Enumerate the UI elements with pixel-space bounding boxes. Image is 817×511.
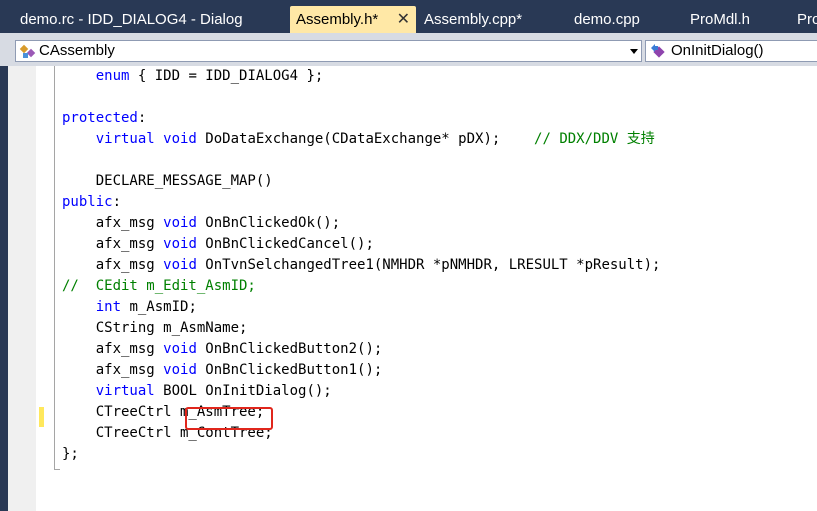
code-text: { IDD = IDD_DIALOG4 }; xyxy=(129,68,324,84)
code-text: OnBnClickedOk(); xyxy=(196,215,341,231)
tab-overflow[interactable]: Pro xyxy=(797,6,817,33)
code-indent: afx_msg xyxy=(62,236,164,252)
code-comment: // CEdit m_Edit_AsmID; xyxy=(62,278,256,294)
code-line[interactable]: CString m_AsmName; xyxy=(62,318,248,339)
chevron-down-icon[interactable] xyxy=(630,49,638,54)
class-icon xyxy=(19,44,36,58)
code-line[interactable]: int m_AsmID; xyxy=(62,297,197,318)
code-text: DECLARE_MESSAGE_MAP() xyxy=(95,173,273,189)
tab-label: demo.cpp xyxy=(574,11,640,28)
tab-assembly-cpp[interactable]: Assembly.cpp* xyxy=(424,6,522,33)
code-line[interactable]: virtual BOOL OnInitDialog(); xyxy=(62,381,332,402)
code-text: }; xyxy=(62,446,79,462)
method-icon xyxy=(651,44,665,58)
code-line[interactable]: enum { IDD = IDD_DIALOG4 }; xyxy=(62,66,324,87)
annotation-box xyxy=(185,407,273,430)
code-indent: afx_msg xyxy=(62,362,164,378)
code-keyword: void xyxy=(163,257,197,273)
tab-label: Assembly.cpp* xyxy=(424,11,523,28)
code-text: OnBnClickedCancel(); xyxy=(196,236,374,252)
editor-margin xyxy=(8,66,36,511)
tab-promdl-h[interactable]: ProMdl.h xyxy=(690,6,750,33)
code-line[interactable]: afx_msg void OnBnClickedOk(); xyxy=(62,213,340,234)
code-text: BOOL OnInitDialog(); xyxy=(154,383,332,399)
code-indent: afx_msg xyxy=(62,341,164,357)
document-tab-bar: demo.rc - IDD_DIALOG4 - Dialog Assembly.… xyxy=(0,0,817,33)
tab-label: Assembly.h* xyxy=(296,11,379,28)
code-line[interactable]: // CEdit m_Edit_AsmID; xyxy=(62,276,256,297)
code-line[interactable]: protected: xyxy=(62,108,146,129)
code-line[interactable]: public: xyxy=(62,192,121,213)
code-line[interactable]: afx_msg void OnBnClickedButton1(); xyxy=(62,360,383,381)
code-keyword: public xyxy=(62,194,113,210)
class-dropdown-value: CAssembly xyxy=(39,42,115,59)
code-line[interactable]: virtual void DoDataExchange(CDataExchang… xyxy=(62,129,655,150)
code-keyword: enum xyxy=(95,68,130,84)
code-comment: // DDX/DDV 支持 xyxy=(534,131,655,147)
code-indent: afx_msg xyxy=(62,257,164,273)
tab-label: Pro xyxy=(797,11,817,28)
outline-guide xyxy=(54,66,55,470)
code-keyword: void xyxy=(163,215,197,231)
tab-assembly-h[interactable]: Assembly.h* ✕ xyxy=(290,6,416,33)
code-keyword: void xyxy=(163,362,197,378)
code-line[interactable]: DECLARE_MESSAGE_MAP() xyxy=(62,171,273,192)
code-text: : xyxy=(137,110,147,126)
code-text: CString m_AsmName; xyxy=(95,320,248,336)
class-dropdown[interactable]: CAssembly xyxy=(15,40,642,62)
code-keyword: int xyxy=(95,299,122,315)
code-indent: afx_msg xyxy=(62,215,164,231)
tab-demo-rc[interactable]: demo.rc - IDD_DIALOG4 - Dialog xyxy=(13,6,290,33)
change-indicator xyxy=(39,407,44,427)
code-text: OnTvnSelchangedTree1(NMHDR *pNMHDR, LRES… xyxy=(196,257,661,273)
tab-label: demo.rc - IDD_DIALOG4 - Dialog xyxy=(20,11,243,28)
code-keyword: virtual void xyxy=(95,131,197,147)
code-keyword: void xyxy=(163,341,197,357)
code-line[interactable]: afx_msg void OnTvnSelchangedTree1(NMHDR … xyxy=(62,255,661,276)
member-dropdown-value: OnInitDialog() xyxy=(671,42,764,59)
code-line[interactable]: afx_msg void OnBnClickedButton2(); xyxy=(62,339,383,360)
code-keyword: protected xyxy=(62,110,138,126)
tab-label: ProMdl.h xyxy=(690,11,751,28)
code-text: DoDataExchange(CDataExchange* pDX); xyxy=(196,131,535,147)
code-text: OnBnClickedButton1(); xyxy=(196,362,383,378)
close-icon[interactable]: ✕ xyxy=(397,6,410,33)
code-line[interactable]: afx_msg void OnBnClickedCancel(); xyxy=(62,234,374,255)
window-frame xyxy=(0,33,8,511)
code-text: : xyxy=(112,194,122,210)
code-text: OnBnClickedButton2(); xyxy=(196,341,383,357)
outline-guide-end xyxy=(54,469,60,470)
code-keyword: void xyxy=(163,236,197,252)
code-text: m_AsmID; xyxy=(121,299,197,315)
code-keyword: virtual xyxy=(95,383,155,399)
member-dropdown[interactable]: OnInitDialog() xyxy=(645,40,817,62)
tab-demo-cpp[interactable]: demo.cpp xyxy=(574,6,640,33)
code-line[interactable]: }; xyxy=(62,444,79,465)
